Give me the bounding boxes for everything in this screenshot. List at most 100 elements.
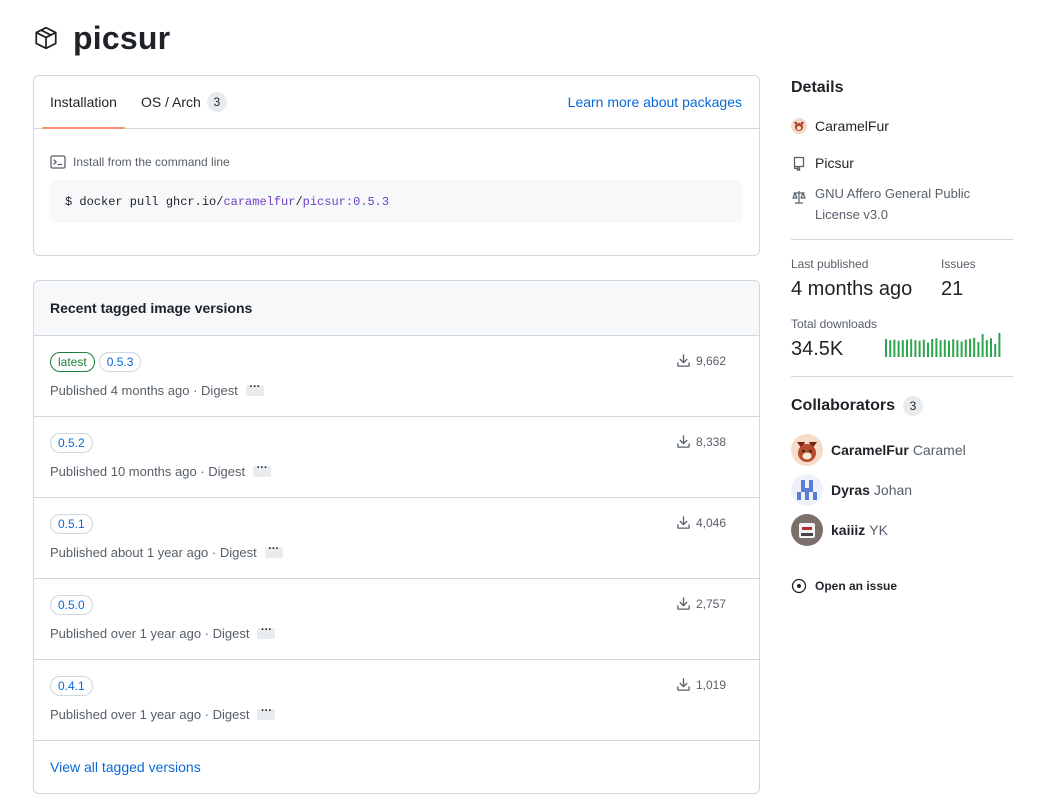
open-issue-link[interactable]: Open an issue [791, 578, 897, 594]
version-tag[interactable]: 0.5.0 [50, 595, 93, 615]
sparkline-bar [948, 340, 950, 357]
collaborator-avatar[interactable] [791, 434, 823, 466]
version-downloads: 1,019 [676, 677, 726, 692]
collaborator-login[interactable]: Dyras [831, 482, 870, 498]
version-download-count: 8,338 [695, 434, 726, 449]
repo-item[interactable]: Picsur [791, 155, 854, 171]
digest-expand-button[interactable]: ··· [257, 625, 276, 639]
collaborator-item[interactable]: kaiiiz YK [791, 514, 966, 546]
total-downloads-value: 34.5K [791, 338, 844, 360]
sparkline-bar [990, 338, 992, 357]
command-sep: / [295, 194, 303, 209]
version-published: Published over 1 year ago · [50, 626, 213, 641]
view-all-versions-link[interactable]: View all tagged versions [50, 759, 201, 775]
sparkline-bar [889, 340, 892, 357]
version-meta: Published 4 months ago · Digest ··· [50, 382, 264, 398]
version-downloads: 2,757 [676, 596, 726, 611]
version-tag[interactable]: 0.5.3 [98, 352, 142, 372]
law-icon [791, 189, 807, 205]
sparkline-bar [922, 339, 925, 357]
version-tags: latest 0.5.3 [50, 352, 142, 372]
versions-panel: Recent tagged image versions latest 0.5.3… [33, 280, 760, 794]
last-published-label: Last published [791, 257, 869, 271]
sparkline-bar [914, 340, 917, 357]
version-digest-label: Digest [208, 464, 246, 479]
version-digest-label: Digest [201, 383, 238, 398]
sidebar-divider-1 [791, 239, 1013, 240]
sparkline-bar [981, 334, 984, 357]
version-downloads: 4,046 [676, 515, 726, 530]
collaborator-login[interactable]: kaiiiz [831, 522, 865, 538]
collaborator-fullname: Caramel [912, 442, 966, 458]
issue-opened-icon [791, 578, 807, 594]
install-panel: Installation OS / Arch 3 Learn more abou… [33, 75, 760, 256]
sparkline-bar [952, 339, 955, 357]
issues-value[interactable]: 21 [941, 278, 963, 301]
digest-expand-button[interactable]: ··· [253, 463, 272, 477]
version-digest-label: Digest [219, 545, 257, 560]
version-digest-label: Digest [212, 626, 250, 641]
digest-expand-button[interactable]: ··· [264, 544, 283, 558]
command-tag: :0.5.3 [345, 194, 390, 209]
version-downloads: 9,662 [676, 353, 726, 368]
collaborator-avatar[interactable] [791, 514, 823, 546]
version-published: Published 10 months ago · [50, 464, 209, 479]
sparkline-bar [943, 339, 946, 357]
download-icon [676, 596, 691, 611]
sparkline-bar [901, 340, 904, 357]
version-digest-label: Digest [212, 707, 250, 722]
owner-avatar-icon [791, 118, 807, 134]
collaborator-avatar[interactable] [791, 474, 823, 506]
version-tags: 0.5.2 [50, 433, 93, 453]
owner-item[interactable]: CaramelFur [791, 118, 889, 134]
command-owner: caramelfur [223, 194, 296, 209]
sparkline-bar [994, 343, 997, 357]
learn-more-link[interactable]: Learn more about packages [568, 94, 742, 110]
tab-os-arch-label: OS / Arch [140, 94, 201, 110]
collaborator-login[interactable]: CaramelFur [831, 442, 909, 458]
collaborator-item[interactable]: Dyras Johan [791, 474, 966, 506]
license-text: GNU Affero General Public License v3.0 [815, 186, 971, 222]
sparkline-bar [906, 339, 908, 357]
command-box[interactable]: $ docker pull ghcr.io/caramelfur / picsur:… [50, 180, 743, 223]
tab-os-arch[interactable]: OS / Arch 3 [133, 76, 235, 128]
sparkline-bar [897, 340, 900, 357]
issues-label: Issues [941, 257, 976, 271]
version-download-count: 4,046 [695, 515, 726, 530]
command-label: Install from the command line [50, 154, 230, 170]
version-meta: Published over 1 year ago · Digest ··· [50, 706, 276, 722]
collaborator-fullname: YK [869, 522, 888, 538]
sparkline-bar [964, 339, 967, 357]
version-tag[interactable]: latest [50, 352, 95, 372]
download-icon [676, 515, 691, 530]
sparkline-bar [973, 337, 976, 357]
package-name: picsur [73, 19, 171, 56]
package-icon [33, 25, 59, 51]
version-row: latest 0.5.3 Published 4 months ago · Dig… [34, 336, 759, 417]
digest-expand-button[interactable]: ··· [245, 382, 264, 396]
license-item[interactable]: GNU Affero General Public License v3.0 [791, 183, 1013, 225]
version-row: 0.5.1 Published about 1 year ago · Diges… [34, 498, 759, 579]
command-label-text: Install from the command line [73, 155, 230, 169]
version-tag[interactable]: 0.5.1 [50, 514, 93, 534]
version-row: 0.5.2 Published 10 months ago · Digest ·… [34, 417, 759, 498]
version-tags: 0.5.0 [50, 595, 93, 615]
sparkline-bar [918, 340, 921, 357]
collaborator-item[interactable]: CaramelFur Caramel [791, 434, 966, 466]
version-tag[interactable]: 0.5.2 [50, 433, 93, 453]
version-published: Published 4 months ago · [50, 383, 202, 398]
tab-os-arch-counter: 3 [206, 92, 227, 112]
repo-name: Picsur [815, 155, 854, 171]
version-row: 0.4.1 Published over 1 year ago · Digest… [34, 660, 759, 741]
version-tags: 0.5.1 [50, 514, 93, 534]
sparkline-bar [998, 333, 1001, 357]
collaborator-fullname: Johan [873, 482, 913, 498]
collaborators-heading: Collaborators [791, 397, 896, 414]
version-tag[interactable]: 0.4.1 [50, 676, 93, 696]
digest-expand-button[interactable]: ··· [257, 706, 276, 720]
sparkline-bar [885, 339, 887, 357]
version-row: 0.5.0 Published over 1 year ago · Digest… [34, 579, 759, 660]
sparkline-bar [939, 340, 942, 357]
sparkline-bar [977, 342, 980, 357]
tab-installation[interactable]: Installation [42, 76, 125, 129]
